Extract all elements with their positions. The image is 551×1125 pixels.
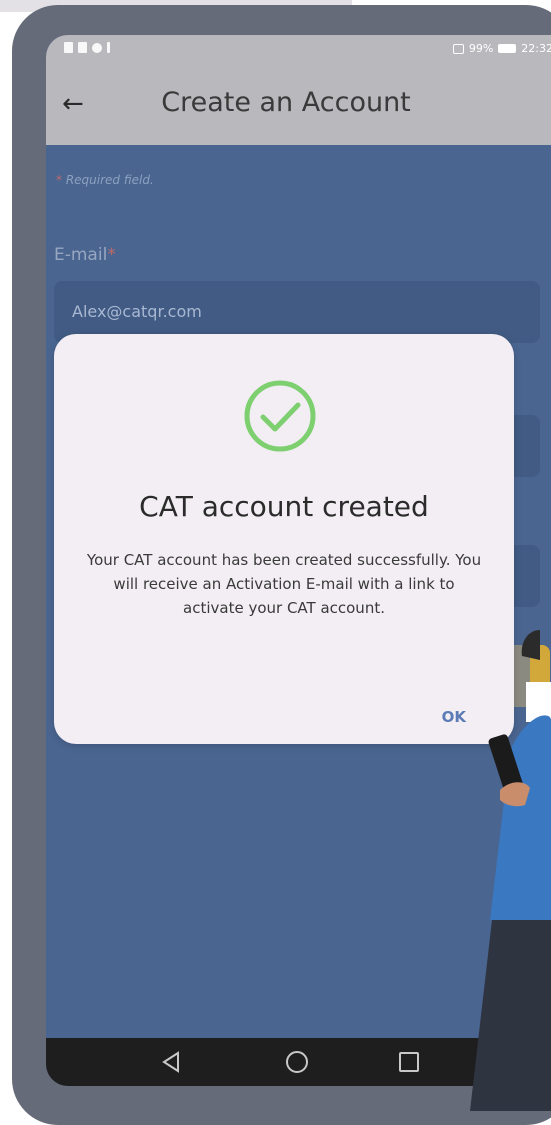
page-title: Create an Account xyxy=(161,87,411,118)
battery-percent: 99% xyxy=(468,42,494,55)
battery-icon xyxy=(498,44,517,53)
check-circle-icon xyxy=(244,380,316,452)
success-dialog: CAT account created Your CAT account has… xyxy=(54,334,514,744)
dialog-title: CAT account created xyxy=(139,490,429,523)
email-label: E-mail* xyxy=(54,245,116,265)
home-circle-icon[interactable] xyxy=(286,1051,308,1073)
person-illustration xyxy=(470,630,551,1111)
status-right: 99% 22:32 xyxy=(452,42,551,55)
alert-icon xyxy=(107,42,110,53)
app-bar: ← Create an Account xyxy=(46,65,551,145)
required-star: * xyxy=(107,245,116,265)
status-left-icons xyxy=(64,42,110,53)
dialog-message: Your CAT account has been created succes… xyxy=(86,551,482,617)
required-field-note: * Required field. xyxy=(56,173,154,187)
back-arrow-icon[interactable]: ← xyxy=(62,89,84,119)
notification-icon xyxy=(64,42,73,53)
back-triangle-icon[interactable] xyxy=(162,1051,180,1073)
person-pants xyxy=(470,920,551,1111)
email-value: Alex@catqr.com xyxy=(72,302,202,321)
signal-icon xyxy=(78,42,87,53)
person-hair xyxy=(521,630,540,660)
status-bar: 99% 22:32 xyxy=(46,35,551,65)
sim-icon xyxy=(452,43,464,54)
circle-notification-icon xyxy=(92,42,102,53)
recent-square-icon[interactable] xyxy=(399,1052,419,1072)
status-time: 22:32 xyxy=(521,42,551,55)
email-label-text: E-mail xyxy=(54,245,108,265)
required-star: * xyxy=(56,173,62,187)
required-note-text: Required field. xyxy=(65,173,154,187)
ok-button[interactable]: OK xyxy=(442,708,466,726)
